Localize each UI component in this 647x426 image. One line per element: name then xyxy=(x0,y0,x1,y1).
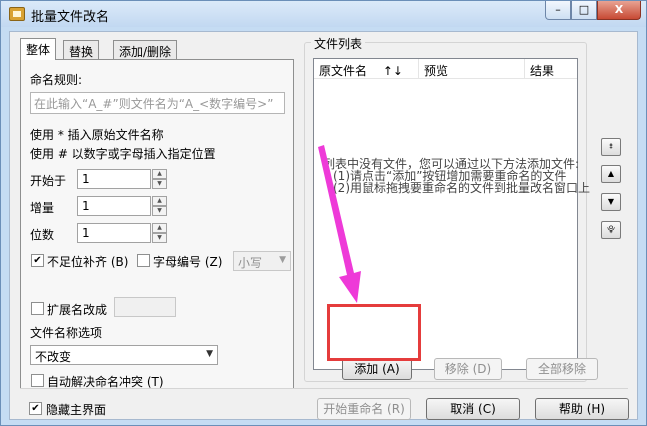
add-button-highlight xyxy=(327,304,421,361)
start-rename-button[interactable]: 开始重命名 (R) xyxy=(317,398,411,420)
annotation-arrow-icon xyxy=(318,145,361,303)
move-down-icon: ▼ xyxy=(607,197,615,206)
extension-input[interactable] xyxy=(114,297,176,317)
move-down-button[interactable]: ▼ xyxy=(601,193,621,211)
filename-option-select[interactable]: 不改变 ▼ xyxy=(30,345,218,365)
check-icon: ✔ xyxy=(33,255,42,266)
move-top-icon: ⯒ xyxy=(609,142,613,151)
column-preview[interactable]: 预览 xyxy=(419,59,525,79)
extension-label: 扩展名改成 xyxy=(47,303,108,317)
app-icon xyxy=(9,7,25,21)
start-at-stepper[interactable]: 1 ▲ ▼ xyxy=(77,169,167,189)
extension-checkbox[interactable] xyxy=(31,302,44,315)
start-at-label: 开始于 xyxy=(30,174,67,188)
filename-option-value: 不改变 xyxy=(35,350,72,364)
cancel-button[interactable]: 取消 (C) xyxy=(426,398,520,420)
remove-all-button[interactable]: 全部移除 xyxy=(526,358,598,380)
file-list-title: 文件列表 xyxy=(311,35,366,52)
spin-down-icon[interactable]: ▼ xyxy=(152,206,167,216)
column-result[interactable]: 结果 xyxy=(525,59,577,79)
spin-up-icon[interactable]: ▲ xyxy=(152,169,167,179)
digits-value: 1 xyxy=(82,226,90,240)
separator xyxy=(20,388,628,389)
minimize-button[interactable]: – xyxy=(545,1,571,20)
digits-label: 位数 xyxy=(30,228,55,242)
move-top-button[interactable]: ⯒ xyxy=(601,138,621,156)
add-button[interactable]: 添加 (A) xyxy=(342,358,412,380)
naming-rule-label: 命名规则: xyxy=(30,73,83,87)
hide-main-checkbox[interactable]: ✔ xyxy=(29,402,42,415)
maximize-button[interactable]: □ xyxy=(571,1,597,20)
pad-checkbox[interactable]: ✔ xyxy=(31,254,44,267)
tab-replace[interactable]: 替换 xyxy=(63,40,100,60)
move-bottom-button[interactable]: ⯓ xyxy=(601,221,621,239)
spin-down-icon[interactable]: ▼ xyxy=(152,233,167,243)
help-button[interactable]: 帮助 (H) xyxy=(535,398,629,420)
rename-window: 批量文件改名 – □ X 整体 替换 添加/删除 命名规则: 在此输入“A_#”… xyxy=(0,0,647,426)
column-original-name[interactable]: 原文件名 ↑↓ xyxy=(314,59,419,79)
start-at-value: 1 xyxy=(82,172,90,186)
step-label: 增量 xyxy=(30,201,55,215)
chevron-down-icon: ▼ xyxy=(206,349,213,359)
check-icon: ✔ xyxy=(31,403,40,414)
window-title: 批量文件改名 xyxy=(31,10,110,25)
sort-icon: ↑↓ xyxy=(382,64,403,78)
spin-up-icon[interactable]: ▲ xyxy=(152,223,167,233)
remove-button[interactable]: 移除 (D) xyxy=(434,358,502,380)
letter-numbering-checkbox[interactable] xyxy=(137,254,150,267)
step-stepper[interactable]: 1 ▲ ▼ xyxy=(77,196,167,216)
title-bar[interactable]: 批量文件改名 – □ X xyxy=(1,1,646,27)
move-bottom-icon: ⯓ xyxy=(607,225,615,234)
hint-line-1: 使用 * 插入原始文件名称 xyxy=(30,128,164,142)
auto-resolve-checkbox[interactable] xyxy=(31,374,44,387)
file-list-header: 原文件名 ↑↓ 预览 结果 xyxy=(314,59,577,79)
hide-main-label: 隐藏主界面 xyxy=(46,403,107,417)
naming-rule-input[interactable]: 在此输入“A_#”则文件名为“A_<数字编号>” xyxy=(30,92,285,114)
close-button[interactable]: X xyxy=(597,1,641,20)
digits-stepper[interactable]: 1 ▲ ▼ xyxy=(77,223,167,243)
pad-label: 不足位补齐 (B) xyxy=(47,255,129,269)
letter-numbering-label: 字母编号 (Z) xyxy=(153,255,223,269)
tab-overall[interactable]: 整体 xyxy=(20,38,57,60)
move-up-icon: ▲ xyxy=(607,169,615,178)
move-up-button[interactable]: ▲ xyxy=(601,165,621,183)
filename-options-label: 文件名称选项 xyxy=(30,326,103,340)
case-value: 小写 xyxy=(238,256,263,270)
spin-down-icon[interactable]: ▼ xyxy=(152,179,167,189)
spin-up-icon[interactable]: ▲ xyxy=(152,196,167,206)
hint-line-2: 使用 # 以数字或字母插入指定位置 xyxy=(30,147,216,161)
chevron-down-icon: ▼ xyxy=(279,255,286,265)
step-value: 1 xyxy=(82,199,90,213)
overall-tab-panel: 命名规则: 在此输入“A_#”则文件名为“A_<数字编号>” 使用 * 插入原始… xyxy=(20,59,294,389)
case-select[interactable]: 小写 ▼ xyxy=(233,251,291,271)
tab-add-delete[interactable]: 添加/删除 xyxy=(113,40,178,60)
